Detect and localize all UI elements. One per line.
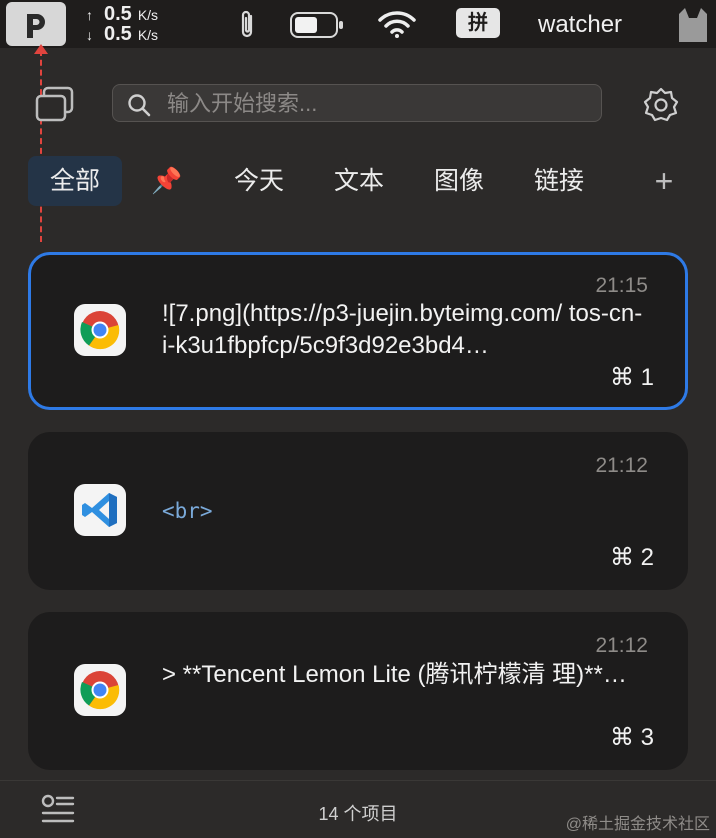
item-content: ![7.png](https://p3-juejin.byteimg.com/ … bbox=[162, 300, 643, 359]
item-shortcut: ⌘ 3 bbox=[609, 724, 654, 751]
menu-bar: ↑ 0.5 K/s ↓ 0.5 K/s 拼 watcher bbox=[0, 0, 716, 48]
clipboard-item[interactable]: 21:15 ![7.png](https://p3-juejin.byteimg… bbox=[28, 252, 688, 410]
search-input[interactable] bbox=[165, 85, 589, 123]
item-time: 21:12 bbox=[595, 454, 648, 477]
copy-windows-icon[interactable] bbox=[34, 86, 76, 124]
tab-pinned[interactable]: 📌 bbox=[140, 156, 194, 206]
app-logo-icon bbox=[27, 14, 45, 38]
menubar-username[interactable]: watcher bbox=[538, 11, 622, 39]
upload-unit: K/s bbox=[137, 7, 159, 23]
pasteapp-menubar-button[interactable] bbox=[6, 2, 66, 46]
wifi-icon[interactable] bbox=[378, 10, 416, 38]
cat-icon[interactable] bbox=[675, 6, 711, 42]
download-arrow: ↓ bbox=[86, 27, 93, 43]
download-unit: K/s bbox=[137, 27, 159, 43]
tab-link[interactable]: 链接 bbox=[518, 156, 600, 206]
annotation-dashed-line bbox=[40, 50, 42, 242]
search-box[interactable] bbox=[112, 84, 602, 123]
paperclip-icon[interactable] bbox=[236, 8, 258, 42]
item-content: > **Tencent Lemon Lite (腾讯柠檬清 理)**… bbox=[162, 661, 627, 688]
tab-image[interactable]: 图像 bbox=[418, 156, 500, 206]
input-method-indicator[interactable]: 拼 bbox=[456, 8, 500, 38]
search-icon bbox=[128, 94, 151, 117]
clipboard-item[interactable]: 21:12 > **Tencent Lemon Lite (腾讯柠檬清 理)**… bbox=[28, 612, 688, 770]
tab-today[interactable]: 今天 bbox=[218, 156, 300, 206]
tab-text[interactable]: 文本 bbox=[318, 156, 400, 206]
upload-arrow: ↑ bbox=[86, 7, 93, 23]
chrome-icon bbox=[74, 304, 126, 356]
clipboard-item[interactable]: 21:12 <br> ⌘ 2 bbox=[28, 432, 688, 590]
item-shortcut: ⌘ 1 bbox=[609, 364, 654, 391]
add-tab-button[interactable]: + bbox=[638, 156, 690, 206]
tab-all[interactable]: 全部 bbox=[28, 156, 122, 206]
vscode-icon bbox=[74, 484, 126, 536]
item-shortcut: ⌘ 2 bbox=[609, 544, 654, 571]
chrome-icon bbox=[74, 664, 126, 716]
battery-icon[interactable] bbox=[290, 12, 344, 38]
item-time: 21:12 bbox=[595, 634, 648, 657]
gear-icon[interactable] bbox=[642, 86, 680, 124]
item-time: 21:15 bbox=[595, 274, 648, 297]
watermark: @稀土掘金技术社区 bbox=[565, 816, 710, 833]
download-speed: 0.5 bbox=[104, 23, 132, 45]
item-content: <br> bbox=[162, 499, 213, 523]
network-speed: ↑ 0.5 K/s ↓ 0.5 K/s bbox=[86, 3, 159, 45]
footer-divider bbox=[0, 780, 716, 781]
